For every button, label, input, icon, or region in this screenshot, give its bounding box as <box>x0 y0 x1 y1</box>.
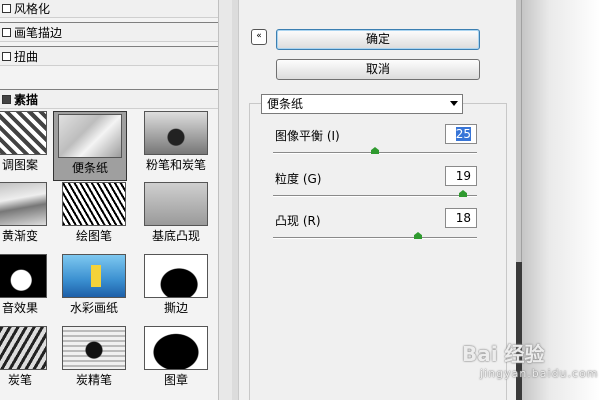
bas-relief-thumb-image <box>144 182 208 226</box>
category-label: 画笔描边 <box>14 25 63 40</box>
thumb-label: 调图案 <box>1 158 38 172</box>
collapse-gallery-button[interactable]: « <box>251 29 267 45</box>
chevron-down-icon <box>450 101 458 106</box>
stamp-thumb-image <box>144 326 208 370</box>
category-label: 素描 <box>14 92 39 107</box>
param-relief-slider[interactable] <box>273 232 477 239</box>
filter-select-value: 便条纸 <box>267 97 304 111</box>
category-brush-strokes[interactable]: 画笔描边 <box>0 22 218 42</box>
water-paper-thumb-image <box>62 254 126 298</box>
category-stylize[interactable]: 风格化 <box>0 0 218 18</box>
param-grain-slider[interactable] <box>273 190 477 197</box>
thumb-label: 黄渐变 <box>1 229 38 243</box>
double-chevron-up-icon: « <box>256 31 262 41</box>
watermark-logo: Bai 经验 jingyan.baidu.com <box>462 338 599 392</box>
thumb-label: 音效果 <box>1 301 38 315</box>
category-sketch[interactable]: 素描 <box>0 89 218 109</box>
watermark-text: Bai 经验 <box>462 342 545 366</box>
param-value: 19 <box>455 169 471 183</box>
thumb-label: 炭笔 <box>7 373 32 387</box>
thumb-stamp[interactable]: 图章 <box>139 326 213 388</box>
param-relief-input[interactable]: 18 <box>445 208 477 228</box>
chrome-thumb-image <box>0 182 47 226</box>
thumbnail-grid: 调图案 便条纸 粉笔和炭笔 黄渐变 绘图笔 基底凸现 音效果 水彩画纸 撕边 炭… <box>0 111 218 400</box>
category-toggle-icon[interactable] <box>2 3 11 13</box>
param-image-balance-slider[interactable] <box>273 147 477 154</box>
thumb-torn-edges[interactable]: 撕边 <box>139 254 213 316</box>
param-value: 18 <box>455 211 471 225</box>
thumb-label: 炭精笔 <box>75 373 112 387</box>
param-grain-input[interactable]: 19 <box>445 166 477 186</box>
thumb-bas-relief[interactable]: 基底凸现 <box>139 182 213 244</box>
category-toggle-icon[interactable] <box>2 51 11 61</box>
watermark-sub: jingyan.baidu.com <box>480 367 599 380</box>
thumb-label: 撕边 <box>163 301 188 315</box>
category-label: 风格化 <box>14 1 51 16</box>
thumb-label: 便条纸 <box>71 161 108 175</box>
category-distort[interactable]: 扭曲 <box>0 46 218 66</box>
category-toggle-icon[interactable] <box>2 94 11 104</box>
thumb-graphic-pen[interactable]: 绘图笔 <box>57 182 131 244</box>
thumb-label: 水彩画纸 <box>69 301 118 315</box>
conte-crayon-thumb-image <box>62 326 126 370</box>
thumb-note-paper[interactable]: 便条纸 <box>53 111 127 181</box>
thumb-chrome[interactable]: 黄渐变 <box>0 182 52 244</box>
category-label: 扭曲 <box>14 49 39 64</box>
cancel-button[interactable]: 取消 <box>276 59 480 80</box>
thumb-conte-crayon[interactable]: 炭精笔 <box>57 326 131 388</box>
thumb-label: 基底凸现 <box>151 229 200 243</box>
param-image-balance-input[interactable]: 25 <box>445 124 477 144</box>
param-relief-label: 凸现 (R) <box>275 214 321 228</box>
thumb-chalk-charcoal[interactable]: 粉笔和炭笔 <box>139 111 213 173</box>
gallery-scrollbar[interactable] <box>218 0 232 400</box>
ok-button[interactable]: 确定 <box>276 29 480 50</box>
thumb-halftone[interactable]: 调图案 <box>0 111 52 173</box>
filter-gallery: 风格化 画笔描边 扭曲 素描 调图案 便条纸 粉笔和炭笔 黄渐变 绘图笔 基底凸… <box>0 0 232 400</box>
halftone-thumb-image <box>0 111 47 155</box>
filter-select[interactable]: 便条纸 <box>261 94 463 114</box>
thumb-label: 绘图笔 <box>75 229 112 243</box>
reticulation-thumb-image <box>0 254 47 298</box>
sailboat-icon <box>91 265 101 287</box>
param-image-balance-label: 图像平衡 (I) <box>275 129 340 143</box>
note-paper-thumb-image <box>58 114 122 158</box>
thumb-label: 粉笔和炭笔 <box>145 158 206 172</box>
thumb-reticulation[interactable]: 音效果 <box>0 254 52 316</box>
torn-edges-thumb-image <box>144 254 208 298</box>
category-toggle-icon[interactable] <box>2 27 11 37</box>
param-grain-label: 粒度 (G) <box>275 172 322 186</box>
thumb-water-paper[interactable]: 水彩画纸 <box>57 254 131 316</box>
thumb-label: 图章 <box>163 373 188 387</box>
chalk-charcoal-thumb-image <box>144 111 208 155</box>
thumb-charcoal[interactable]: 炭笔 <box>0 326 52 388</box>
graphic-pen-thumb-image <box>62 182 126 226</box>
param-value: 25 <box>455 127 471 141</box>
charcoal-thumb-image <box>0 326 47 370</box>
